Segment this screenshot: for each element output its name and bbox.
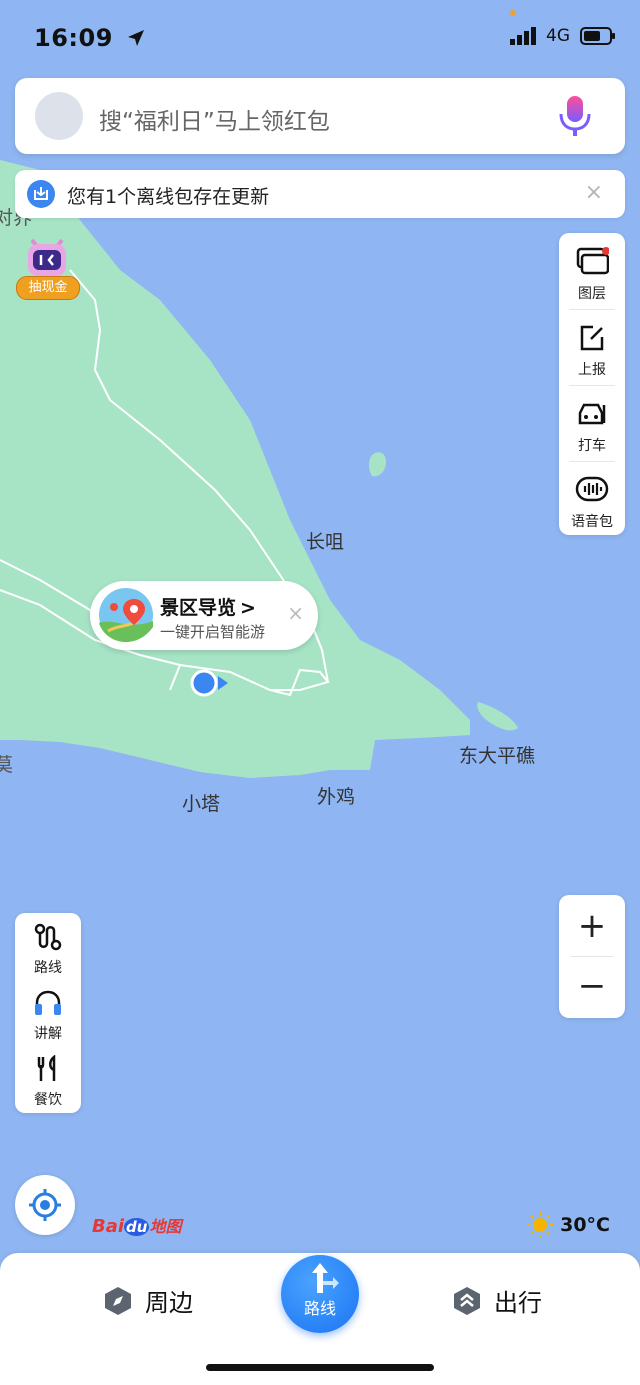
zoom-in-button[interactable]: +: [559, 909, 625, 943]
banner-close-icon[interactable]: ×: [585, 180, 603, 205]
avatar[interactable]: [35, 92, 83, 140]
microphone-icon[interactable]: [555, 94, 595, 140]
travel-chevrons-icon: [454, 1286, 480, 1315]
current-location-dot: [190, 669, 218, 697]
tool-label: 打车: [578, 438, 606, 454]
chevron-right-icon: >: [240, 597, 256, 619]
tool-guide-audio[interactable]: 讲解: [15, 989, 81, 1043]
map-label-waiji[interactable]: 外鸡: [317, 782, 355, 809]
right-toolbar: 图层 上报 打车 语音包: [559, 233, 625, 535]
compass-icon: [105, 1286, 131, 1315]
status-right: 4G: [510, 26, 616, 46]
callout-close-icon[interactable]: ×: [287, 601, 304, 625]
route-icon: [34, 923, 62, 951]
robot-mascot-icon: [28, 238, 66, 276]
battery-icon: [580, 27, 615, 45]
nav-nearby[interactable]: 周边: [103, 1283, 193, 1318]
nav-travel[interactable]: 出行: [452, 1283, 542, 1318]
tool-report[interactable]: 上报: [559, 323, 625, 379]
baidu-map-logo: Bai du 地图: [92, 1216, 182, 1237]
scenic-map-pin-icon: [99, 588, 153, 642]
locate-me-button[interactable]: [15, 1175, 75, 1235]
tool-label: 路线: [34, 960, 62, 976]
privacy-dot: [510, 10, 516, 16]
route-arrow-icon: [312, 1263, 339, 1293]
promo-label: 抽现金: [16, 276, 80, 300]
map-label-edge-mid: 莫: [0, 754, 14, 776]
taxi-icon: [578, 403, 606, 425]
route-button[interactable]: 路线: [281, 1255, 359, 1333]
weather-temp: 30°C: [560, 1214, 610, 1236]
scenic-guide-callout[interactable]: 景区导览 > 一键开启智能游 ×: [90, 581, 318, 650]
headphones-icon: [35, 990, 61, 1015]
download-icon: [27, 180, 55, 208]
tool-route[interactable]: 路线: [15, 923, 81, 977]
tool-label: 上报: [578, 362, 606, 378]
tool-label: 讲解: [34, 1026, 62, 1042]
callout-title: 景区导览 >: [160, 597, 256, 619]
search-bar[interactable]: 搜“福利日”马上领红包: [15, 78, 625, 154]
promo-cash-widget[interactable]: 抽现金: [16, 234, 80, 300]
tool-taxi[interactable]: 打车: [559, 399, 625, 455]
weather-widget[interactable]: 30°C: [526, 1211, 610, 1239]
tool-voice-pack[interactable]: 语音包: [559, 475, 625, 531]
tool-label: 语音包: [571, 514, 613, 530]
banner-text: 您有1个离线包存在更新: [67, 186, 270, 208]
fork-knife-icon: [37, 1054, 56, 1081]
tool-layers[interactable]: 图层: [559, 247, 625, 303]
left-toolbar: 路线 讲解 餐饮: [15, 913, 81, 1113]
callout-subtitle: 一键开启智能游: [160, 623, 266, 641]
map-label-changju[interactable]: 长咀: [306, 527, 344, 554]
tool-label: 餐饮: [34, 1092, 62, 1108]
search-input[interactable]: 搜“福利日”马上领红包: [99, 102, 330, 136]
map-label-xiaota[interactable]: 小塔: [182, 789, 220, 816]
status-time: 16:09: [34, 24, 146, 52]
zoom-out-button[interactable]: −: [559, 969, 625, 1003]
route-label: 路线: [303, 1299, 336, 1318]
zoom-control: + −: [559, 895, 625, 1018]
crosshair-icon: [29, 1189, 61, 1221]
home-indicator: [206, 1364, 434, 1371]
location-arrow-icon: [127, 30, 144, 46]
signal-icon: [510, 27, 536, 45]
tool-dining[interactable]: 餐饮: [15, 1054, 81, 1109]
sun-icon: [527, 1212, 554, 1238]
offline-update-banner[interactable]: 您有1个离线包存在更新 ×: [15, 170, 625, 218]
voice-pack-icon: [575, 476, 609, 502]
layers-icon: [576, 247, 610, 275]
map-label-dongdapingjiao[interactable]: 东大平礁: [459, 741, 535, 768]
network-label: 4G: [546, 26, 570, 46]
report-edit-icon: [580, 325, 604, 351]
tool-label: 图层: [578, 286, 606, 302]
